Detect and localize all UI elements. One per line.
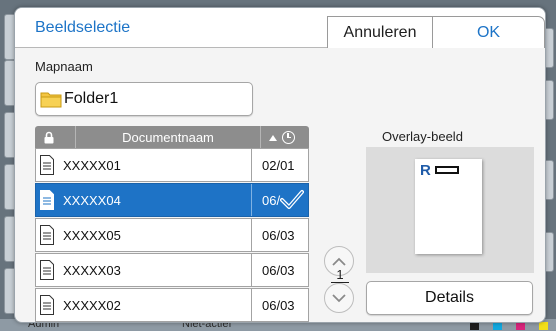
row-document-name: XXXXX04 [63,192,121,208]
row-divider [251,219,252,251]
column-header-document-name-label: Documentnaam [122,129,214,145]
table-row[interactable]: XXXXX01 02/01 [35,148,309,182]
row-document-name: XXXXX03 [63,262,121,278]
chevron-down-icon [332,293,346,302]
dialog-titlebar: Beeldselectie Annuleren OK [15,8,545,48]
row-divider [251,184,252,216]
row-date: 06/03 [262,227,295,243]
column-header-document-name[interactable]: Documentnaam [75,126,261,148]
document-icon [40,260,54,280]
row-document-name: XXXXX05 [63,227,121,243]
document-icon [40,155,54,175]
row-date: 06/ [262,192,281,208]
ink-c-swatch [493,322,502,330]
document-icon [40,225,54,245]
row-document-name: XXXXX02 [63,297,121,313]
cancel-button[interactable]: Annuleren [327,16,433,48]
dialog-title: Beeldselectie [35,19,131,36]
preview-label: Overlay-beeld [382,129,463,144]
page-down-button[interactable] [324,283,354,313]
file-table-header: Documentnaam [35,126,309,148]
ink-k-swatch [470,322,479,330]
row-date: 06/03 [262,262,295,278]
clock-icon [282,131,295,144]
document-icon [40,190,54,210]
table-row[interactable]: XXXXX02 06/03 [35,288,309,322]
row-divider [251,254,252,286]
overlay-preview: R [366,147,534,273]
lock-icon [44,131,54,144]
row-divider [251,289,252,321]
chevron-up-icon [332,257,346,266]
folder-label: Mapnaam [35,59,93,74]
row-date: 06/03 [262,297,295,313]
table-row[interactable]: XXXXX05 06/03 [35,218,309,252]
ink-y-swatch [539,322,548,330]
table-row[interactable]: XXXXX03 06/03 [35,253,309,287]
row-divider [251,149,252,181]
folder-select-button[interactable]: Folder1 [35,82,253,116]
page-current: 1 [336,267,344,282]
details-button[interactable]: Details [366,281,533,315]
sort-ascending-icon [269,134,277,141]
folder-icon [40,92,62,108]
checkmark-icon [280,190,304,209]
table-row-selected[interactable]: XXXXX04 06/ [35,183,309,217]
preview-page-mark: R [420,162,431,179]
column-header-date-sort[interactable] [269,131,295,144]
row-document-name: XXXXX01 [63,157,121,173]
image-selection-dialog: Beeldselectie Annuleren OK Mapnaam Folde… [14,7,546,323]
preview-page-thumbnail: R [415,159,482,254]
row-date: 02/01 [262,157,295,173]
ink-m-swatch [516,322,525,330]
folder-name: Folder1 [64,90,119,107]
document-icon [40,295,54,315]
file-list: XXXXX01 02/01 XXXXX04 06/ XXXXX05 06/03 … [35,148,309,322]
ok-button[interactable]: OK [432,16,545,48]
preview-page-box [435,166,459,174]
